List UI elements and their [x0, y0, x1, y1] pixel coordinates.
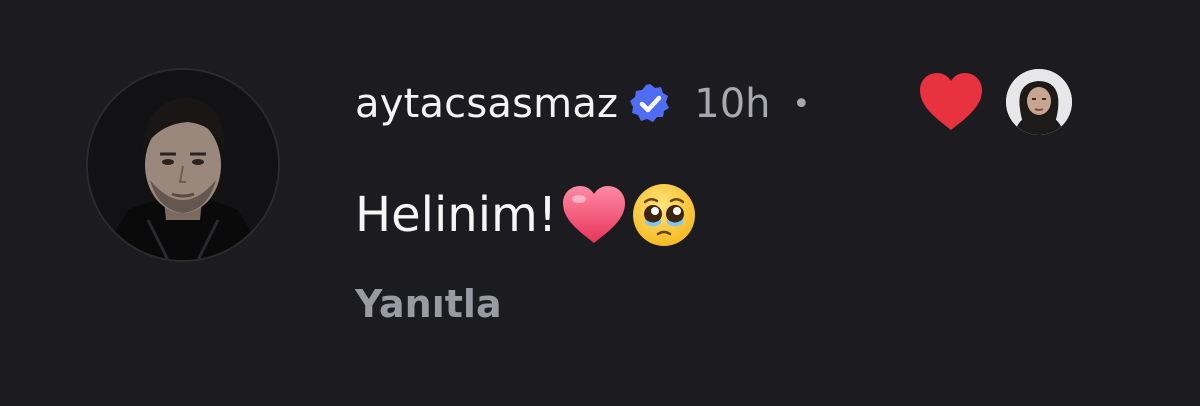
heart-icon[interactable]: [918, 72, 984, 132]
verified-badge-icon: [628, 82, 672, 126]
comment-timestamp: 10h: [694, 81, 771, 127]
reply-button[interactable]: Yanıtla: [355, 282, 502, 326]
separator-dot: •: [792, 86, 811, 122]
comment-text: Helinim!: [355, 187, 558, 243]
username-link[interactable]: aytacsasmaz: [355, 81, 618, 127]
comment-item: aytacsasmaz 10h • Helinim! Yanıtla: [0, 0, 1200, 406]
comment-body: Helinim!: [355, 180, 697, 250]
pleading-face-emoji-icon: [631, 182, 697, 248]
liker-avatar[interactable]: [1006, 69, 1072, 135]
pink-heart-emoji-icon: [561, 185, 627, 245]
avatar[interactable]: [88, 70, 278, 260]
comment-header: aytacsasmaz 10h •: [355, 76, 810, 132]
